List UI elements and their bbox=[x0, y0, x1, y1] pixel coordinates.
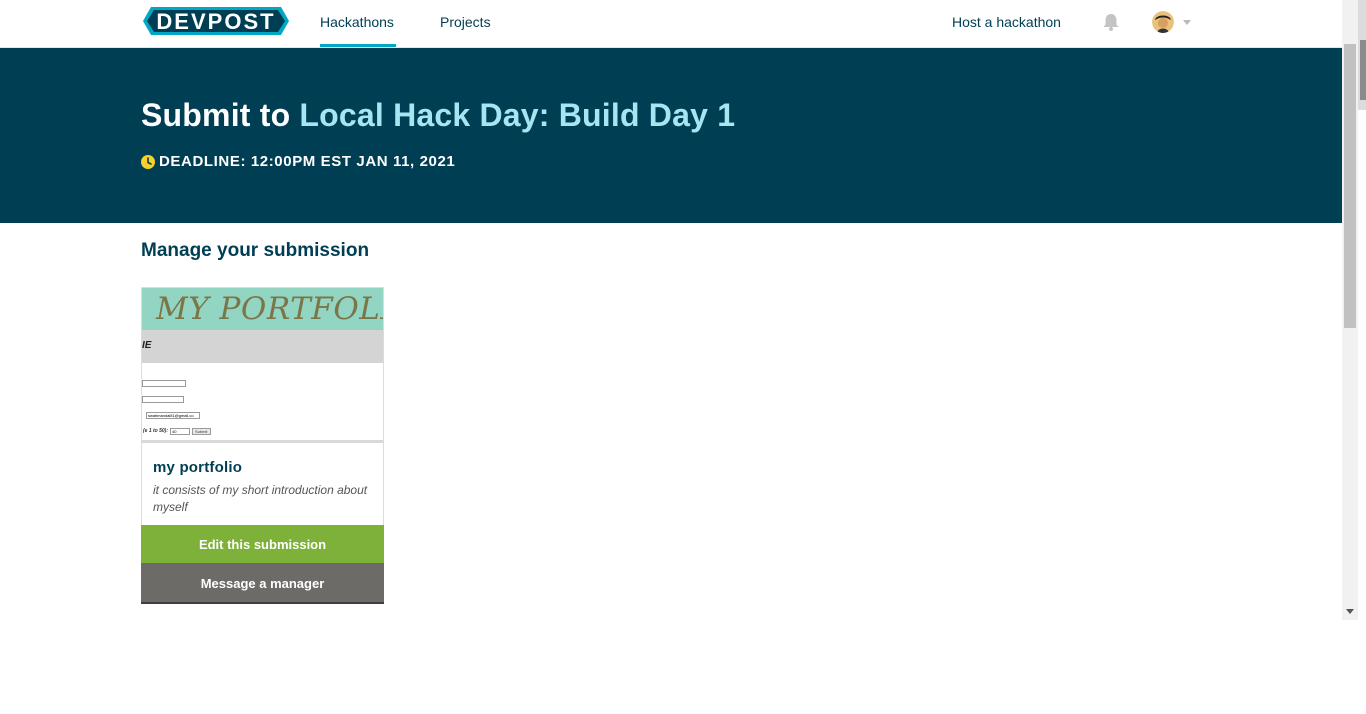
scrollbar[interactable] bbox=[1342, 0, 1358, 620]
scrollbar-thumb[interactable] bbox=[1344, 44, 1356, 328]
thumbnail-number-field: 40 bbox=[170, 428, 190, 435]
message-manager-button[interactable]: Message a manager bbox=[141, 563, 384, 604]
thumbnail-submit-button: Submit bbox=[192, 428, 211, 435]
submission-description: it consists of my short introduction abo… bbox=[153, 483, 368, 514]
bell-icon[interactable] bbox=[1101, 12, 1121, 32]
thumbnail-header-text: MY PORTFOLIO bbox=[156, 291, 383, 327]
clock-icon bbox=[141, 154, 155, 169]
thumbnail-bar-text: IE bbox=[142, 340, 152, 351]
browser-viewport: DEVPOST Hackathons Projects Host a hacka… bbox=[0, 0, 1342, 620]
thumbnail-bar: IE bbox=[142, 330, 383, 363]
section-title: Manage your submission bbox=[141, 240, 370, 261]
nav-projects[interactable]: Projects bbox=[440, 0, 491, 47]
submission-card: MY PORTFOLIO IE swatimandal81@gmail.co (… bbox=[141, 287, 384, 604]
hackathon-name-link[interactable]: Local Hack Day: Build Day 1 bbox=[299, 97, 735, 133]
thumbnail-field bbox=[142, 396, 184, 403]
scroll-down-icon[interactable] bbox=[1346, 609, 1354, 614]
user-menu[interactable] bbox=[1152, 11, 1194, 33]
host-hackathon-link[interactable]: Host a hackathon bbox=[952, 0, 1061, 47]
page-title-prefix: Submit to bbox=[141, 97, 300, 133]
thumbnail-field-label: (e 1 to 50): bbox=[143, 428, 169, 434]
logo-text: DEVPOST bbox=[156, 9, 275, 34]
window-edge bbox=[1358, 0, 1366, 110]
chevron-down-icon[interactable] bbox=[1183, 20, 1191, 25]
thumbnail-email-field: swatimandal81@gmail.co bbox=[146, 412, 200, 419]
page-title: Submit to Local Hack Day: Build Day 1 bbox=[141, 97, 735, 134]
submission-thumbnail[interactable]: MY PORTFOLIO IE swatimandal81@gmail.co (… bbox=[142, 288, 383, 443]
thumbnail-field bbox=[142, 380, 186, 387]
avatar[interactable] bbox=[1152, 11, 1174, 33]
thumbnail-header: MY PORTFOLIO bbox=[142, 288, 383, 330]
nav-hackathons[interactable]: Hackathons bbox=[320, 0, 396, 47]
page: DEVPOST Hackathons Projects Host a hacka… bbox=[0, 0, 1366, 714]
devpost-logo[interactable]: DEVPOST bbox=[142, 6, 290, 36]
edit-submission-button[interactable]: Edit this submission bbox=[141, 525, 384, 563]
hero-banner: Submit to Local Hack Day: Build Day 1 DE… bbox=[0, 48, 1342, 223]
deadline-text: DEADLINE: 12:00PM EST JAN 11, 2021 bbox=[159, 153, 456, 170]
top-nav: DEVPOST Hackathons Projects Host a hacka… bbox=[0, 0, 1342, 48]
submission-title[interactable]: my portfolio bbox=[153, 459, 242, 476]
deadline: DEADLINE: 12:00PM EST JAN 11, 2021 bbox=[141, 153, 455, 170]
window-edge-handle bbox=[1360, 40, 1366, 100]
